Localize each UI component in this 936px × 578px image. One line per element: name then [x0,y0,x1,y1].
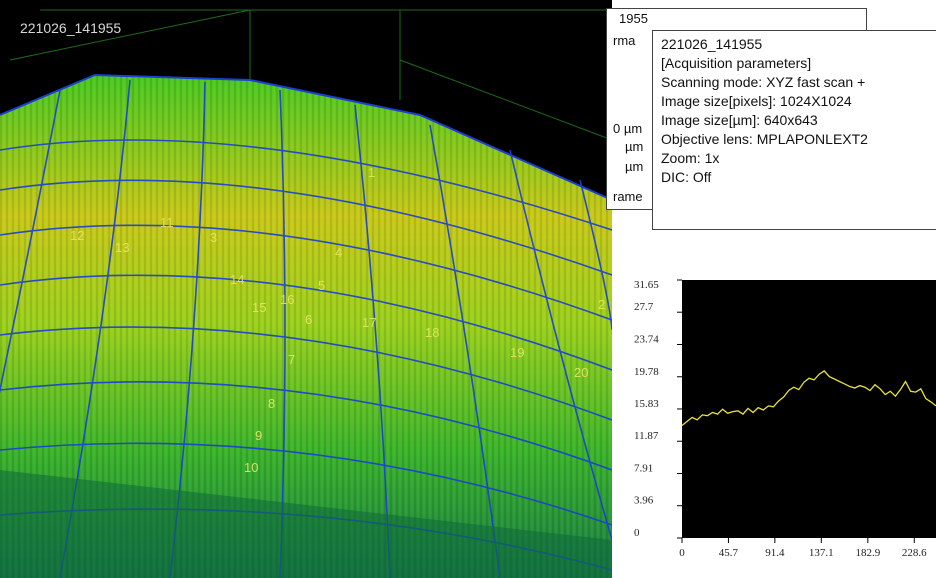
marker-label: 6 [305,312,313,327]
marker-label: 8 [268,396,276,411]
marker-label: 1 [368,165,376,180]
x-tick-label: 182.9 [855,547,880,559]
x-tick-label: 45.7 [719,547,739,559]
marker-label: 15 [252,300,267,315]
x-tick-label: 91.4 [765,547,785,559]
tooltip-line-section: [Acquisition parameters] [661,55,812,71]
marker-label: 20 [574,365,589,380]
y-tick-label: 27.7 [634,301,654,313]
y-tick-label: 11.87 [634,430,659,442]
y-tick-label: 23.74 [634,333,659,345]
file-info-fragment: rma [613,33,636,48]
marker-label: 17 [362,315,377,330]
acquisition-tooltip: 221026_141955 [Acquisition parameters] S… [652,30,936,230]
marker-label: 13 [115,240,130,255]
tooltip-line-size-pixels: Image size[pixels]: 1024X1024 [661,93,852,109]
line-profile-panel[interactable]: 0 3.96 7.91 11.87 15.83 19.78 23.74 27.7 31.65 0… [630,262,936,578]
marker-label: 4 [335,245,343,260]
marker-label: 3 [210,230,218,245]
scan-title: 221026_141955 [20,20,122,36]
marker-label: 11 [160,215,174,230]
marker-label: 2 [598,297,606,312]
tooltip-line-scan-mode: Scanning mode: XYZ fast scan + [661,74,866,90]
y-tick-label: 31.65 [634,279,659,291]
file-info-fragment: µm [625,159,644,174]
marker-label: 14 [230,272,245,287]
plot-area [682,280,936,538]
x-tick-label: 0 [679,547,685,559]
surface-3d-render [0,9,612,578]
line-profile-chart: 0 3.96 7.91 11.87 15.83 19.78 23.74 27.7 31.65 0… [634,279,936,559]
marker-label: 10 [244,460,259,475]
marker-label: 16 [280,292,295,307]
marker-label: 18 [425,325,440,340]
tooltip-line-size-um: Image size[µm]: 640x643 [661,112,818,128]
x-tick-label: 228.6 [902,547,927,559]
x-tick-label: 137.1 [809,547,834,559]
marker-label: 19 [510,345,525,360]
marker-label: 9 [255,428,263,443]
tooltip-line-dic: DIC: Off [661,169,712,185]
file-info-fragment: rame [613,189,643,204]
tooltip-line-objective: Objective lens: MPLAPONLEXT2 [661,131,868,147]
surface-3d-viewer[interactable]: 221026_141955 1 12 13 4 14 5 16 6 17 18 … [0,0,612,578]
marker-label: 5 [318,278,326,293]
marker-label: 12 [70,228,85,243]
y-tick-label: 0 [634,527,640,539]
y-tick-label: 3.96 [634,495,654,507]
tooltip-line-zoom: Zoom: 1x [661,150,720,166]
file-info-fragment: 0 µm [613,121,643,136]
file-info-fragment: µm [625,139,644,154]
marker-label: 7 [288,352,296,367]
y-tick-label: 15.83 [634,398,659,410]
tooltip-line-filename: 221026_141955 [661,36,763,52]
file-info-title: 1955 [619,11,648,26]
y-tick-label: 7.91 [634,463,653,475]
y-tick-label: 19.78 [634,366,659,378]
